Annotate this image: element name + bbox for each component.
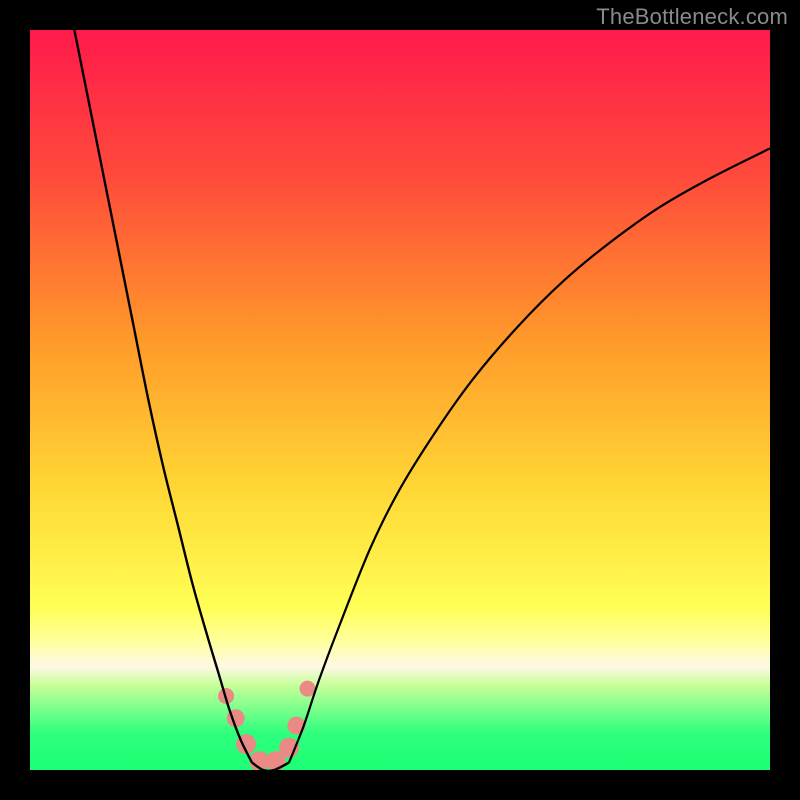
- plot-area: [30, 30, 770, 770]
- curve-right-branch: [289, 148, 770, 762]
- chart-frame: TheBottleneck.com: [0, 0, 800, 800]
- watermark-label: TheBottleneck.com: [596, 4, 788, 30]
- curve-layer: [30, 30, 770, 770]
- curve-left-branch: [74, 30, 252, 763]
- marker-group: [218, 681, 315, 770]
